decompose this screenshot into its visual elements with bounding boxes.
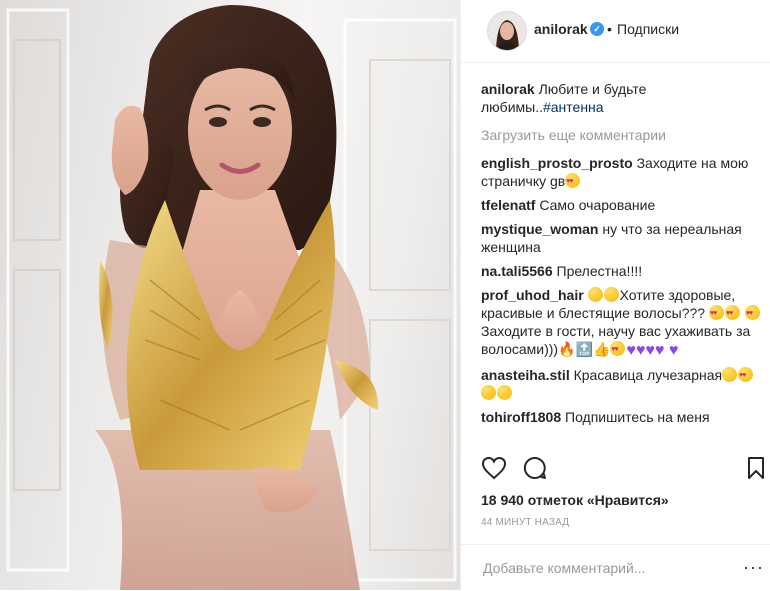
yum-emoji-icon <box>722 367 738 382</box>
comment-username[interactable]: na.tali5566 <box>481 263 553 279</box>
comment-text: Подпишитесь на меня <box>565 409 710 425</box>
verified-badge-icon: ✓ <box>590 22 604 36</box>
post-timestamp[interactable]: 44 МИНУТ НАЗАД <box>481 517 569 528</box>
post-photo[interactable] <box>0 0 460 590</box>
comment-username[interactable]: tfelenatf <box>481 197 535 213</box>
heart-eyes-emoji-icon <box>724 305 740 323</box>
comment-username[interactable]: prof_uhod_hair <box>481 287 584 303</box>
heart-icon[interactable] <box>481 456 507 480</box>
comments-list: anilorak Любите и будьте любимы..#антенн… <box>481 80 766 432</box>
heart-eyes-emoji-icon <box>565 173 581 191</box>
comment-text: Красавица лучезарная <box>573 367 723 383</box>
comment-item: anasteiha.stil Красавица лучезарная <box>481 366 766 402</box>
comment-item: english_prosto_prosto Заходите на мою ст… <box>481 154 766 191</box>
yum-emoji-icon <box>603 287 619 302</box>
comment-item: tfelenatf Само очарование <box>481 196 766 214</box>
heart-eyes-emoji-icon <box>738 367 754 385</box>
purple-hearts-icon: ♥♥♥♥ ♥ <box>626 342 679 359</box>
more-options-icon[interactable]: ··· <box>743 557 764 578</box>
add-comment-section: ··· <box>461 544 770 591</box>
comment-username[interactable]: english_prosto_prosto <box>481 155 633 171</box>
likes-count[interactable]: 18 940 отметок «Нравится» <box>481 492 669 508</box>
heart-eyes-emoji-icon <box>610 341 626 359</box>
caption-hashtag[interactable]: #антенна <box>543 99 604 115</box>
comment-icon[interactable] <box>523 456 547 480</box>
post-header: anilorak ✓ • Подписки <box>461 0 770 63</box>
load-more-comments-button[interactable]: Загрузить еще комментарии <box>481 126 766 144</box>
comment-text: Само очарование <box>539 197 656 213</box>
comment-username[interactable]: tohiroff1808 <box>481 409 561 425</box>
separator-dot: • <box>607 21 612 37</box>
comment-text: Прелестна!!!! <box>556 263 643 279</box>
comment-username[interactable]: mystique_woman <box>481 221 598 237</box>
post-photo-illustration <box>6 5 457 590</box>
avatar-image <box>488 12 526 50</box>
yum-emoji-icon <box>587 287 603 302</box>
heart-eyes-emoji-icon <box>708 305 724 323</box>
comment-username[interactable]: anasteiha.stil <box>481 367 570 383</box>
following-button[interactable]: Подписки <box>617 21 679 37</box>
post-username[interactable]: anilorak <box>534 21 588 37</box>
bookmark-icon[interactable] <box>747 456 765 480</box>
caption-username[interactable]: anilorak <box>481 81 535 97</box>
comment-item: prof_uhod_hair Хотите здоровые, красивые… <box>481 286 766 360</box>
yum-emoji-icon <box>497 385 512 400</box>
emoji-sequence-icon: 🔥🔝👍 <box>558 341 611 357</box>
avatar[interactable] <box>487 11 527 51</box>
comment-item: mystique_woman ну что за нереальная женщ… <box>481 220 766 256</box>
heart-eyes-emoji-icon <box>744 305 760 323</box>
comment-item: na.tali5566 Прелестна!!!! <box>481 262 766 280</box>
post-side-panel: anilorak ✓ • Подписки anilorak Любите и … <box>460 0 770 590</box>
caption: anilorak Любите и будьте любимы..#антенн… <box>481 80 766 116</box>
comment-item: tohiroff1808 Подпишитесь на меня <box>481 408 766 426</box>
yum-emoji-icon <box>481 385 496 400</box>
add-comment-input[interactable] <box>481 555 725 581</box>
